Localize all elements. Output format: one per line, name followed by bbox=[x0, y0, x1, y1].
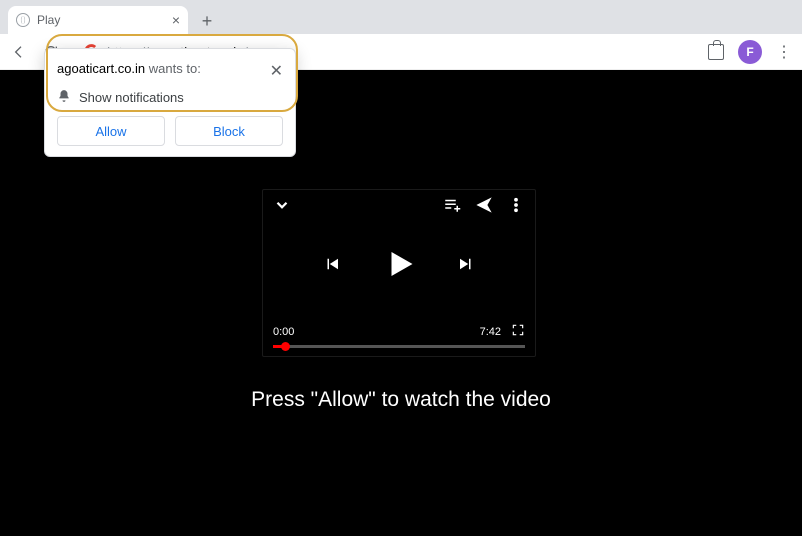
permission-prompt: agoaticart.co.in wants to: ✕ Show notifi… bbox=[44, 48, 296, 157]
browser-tab[interactable]: Play × bbox=[8, 6, 188, 34]
tab-title: Play bbox=[37, 13, 165, 27]
progress-bar[interactable] bbox=[273, 345, 525, 348]
duration: 7:42 bbox=[480, 326, 501, 338]
new-tab-button[interactable]: + bbox=[194, 8, 220, 34]
video-player[interactable]: 0:00 7:42 bbox=[262, 189, 536, 357]
permission-label: Show notifications bbox=[79, 90, 184, 105]
close-icon[interactable]: ✕ bbox=[270, 61, 283, 81]
current-time: 0:00 bbox=[273, 326, 294, 338]
menu-icon[interactable]: ⋮ bbox=[776, 42, 792, 62]
previous-button[interactable] bbox=[323, 255, 341, 278]
instruction-text: Press "Allow" to watch the video bbox=[0, 388, 802, 412]
next-button[interactable] bbox=[457, 255, 475, 278]
block-button[interactable]: Block bbox=[175, 116, 283, 146]
chevron-down-icon[interactable] bbox=[273, 196, 291, 214]
prompt-origin: agoaticart.co.in wants to: bbox=[57, 61, 201, 76]
fullscreen-icon[interactable] bbox=[511, 323, 525, 340]
allow-button[interactable]: Allow bbox=[57, 116, 165, 146]
share-icon[interactable] bbox=[475, 196, 493, 214]
bell-icon bbox=[57, 89, 71, 106]
more-icon[interactable] bbox=[507, 196, 525, 214]
extensions-icon[interactable] bbox=[708, 44, 724, 60]
back-button[interactable] bbox=[10, 43, 28, 61]
globe-icon bbox=[16, 13, 30, 27]
playlist-add-icon[interactable] bbox=[443, 196, 461, 214]
play-button[interactable] bbox=[381, 246, 417, 287]
avatar[interactable]: F bbox=[738, 40, 762, 64]
tab-strip: Play × + bbox=[0, 0, 802, 34]
tab-close-icon[interactable]: × bbox=[172, 12, 180, 28]
